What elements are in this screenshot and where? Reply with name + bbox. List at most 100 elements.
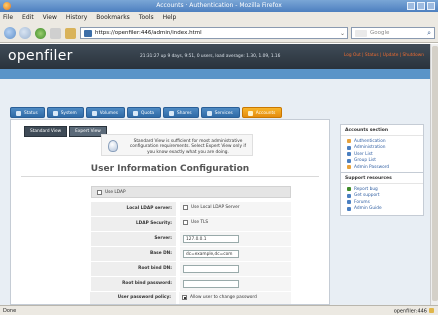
shares-icon [169, 110, 175, 116]
menu-history[interactable]: History [66, 14, 87, 21]
openfiler-header: openfiler 21:31:27 up 9 days, 9:51, 0 us… [0, 44, 430, 69]
user-icon [347, 152, 351, 157]
tab-label: Shares [177, 111, 192, 116]
reload-button[interactable] [35, 28, 46, 39]
openfiler-logo: openfiler [8, 48, 73, 64]
accounts-section-box: Accounts section Authentication Administ… [340, 124, 424, 175]
field-value: Use Local LDAP Server [180, 202, 291, 216]
field-value [180, 262, 291, 276]
window-titlebar: Accounts · Authentication - Mozilla Fire… [0, 0, 438, 12]
scrollbar-thumb[interactable] [432, 46, 438, 301]
field-label: Root bind password: [91, 277, 176, 291]
root-bind-password-input[interactable] [183, 280, 239, 288]
tls-checkbox[interactable] [183, 220, 188, 225]
use-ldap-checkbox[interactable] [97, 190, 102, 195]
tab-accounts[interactable]: Accounts [241, 107, 283, 118]
local-ldap-checkbox[interactable] [183, 205, 188, 210]
tab-status[interactable]: Status [10, 107, 45, 118]
uptime-status: 21:31:27 up 9 days, 9:51, 0 users, load … [140, 54, 281, 59]
form-row-root-bind-dn: Root bind DN: [91, 262, 291, 276]
key-icon [347, 139, 351, 144]
field-label: Root bind DN: [91, 262, 176, 276]
field-label: User password policy: [90, 292, 175, 304]
sidebar-item-admin-password[interactable]: Admin Password [347, 164, 419, 171]
menu-bookmarks[interactable]: Bookmarks [96, 14, 130, 21]
status-text: Done [3, 308, 17, 314]
sidebar-item-admin-guide[interactable]: Admin Guide [347, 206, 419, 213]
search-bar[interactable]: Google ⌕ [351, 27, 435, 39]
base-dn-input[interactable]: dc=example,dc=com [183, 250, 239, 258]
search-icon[interactable]: ⌕ [427, 29, 431, 38]
stop-button[interactable] [50, 28, 61, 39]
field-value: Use TLS [180, 217, 291, 231]
sidebar-item-label: Admin Guide [354, 206, 382, 212]
tab-services[interactable]: Services [200, 107, 240, 118]
back-button[interactable] [4, 27, 16, 39]
field-value: 127.0.0.1 [180, 232, 291, 246]
site-favicon-icon [84, 30, 92, 37]
form-row-root-bind-password: Root bind password: [91, 277, 291, 291]
window-title: Accounts · Authentication - Mozilla Fire… [156, 2, 282, 9]
quota-icon [132, 110, 138, 116]
tab-quota[interactable]: Quota [126, 107, 162, 118]
view-notice: Standard View is sufficient for most adm… [101, 134, 253, 156]
forum-icon [347, 200, 351, 205]
menu-help[interactable]: Help [163, 14, 177, 21]
book-icon [347, 206, 351, 211]
menu-file[interactable]: File [3, 14, 13, 21]
checkbox-label: Use Local LDAP Server [191, 205, 240, 210]
sidebar-item-label: Get support [354, 193, 380, 199]
tab-label: System [60, 111, 77, 116]
accounts-section-title: Accounts section [341, 125, 423, 136]
status-icon [16, 110, 21, 116]
tab-shares[interactable]: Shares [163, 107, 199, 118]
root-bind-dn-input[interactable] [183, 265, 239, 273]
menu-tools[interactable]: Tools [139, 14, 154, 21]
field-label: LDAP Security: [91, 217, 176, 231]
header-band [0, 69, 430, 79]
tab-label: Services [214, 111, 233, 116]
accounts-icon [247, 110, 253, 116]
server-input[interactable]: 127.0.0.1 [183, 235, 239, 243]
vertical-scrollbar[interactable] [430, 44, 438, 305]
standard-view-tab[interactable]: Standard View [24, 126, 68, 137]
menu-edit[interactable]: Edit [22, 14, 34, 21]
status-host-text: openfiler:446 [393, 308, 427, 315]
tab-system[interactable]: System [46, 107, 84, 118]
tab-volumes[interactable]: Volumes [85, 107, 125, 118]
close-button[interactable] [427, 2, 435, 10]
url-dropdown-icon[interactable]: ⌄ [340, 30, 345, 37]
sidebar-item-label: User List [354, 151, 373, 157]
sidebar-item-label: Forums [354, 199, 370, 205]
maximize-button[interactable] [417, 2, 425, 10]
form-row-server: Server: 127.0.0.1 [91, 232, 291, 246]
home-button[interactable] [65, 28, 76, 39]
url-bar[interactable]: https://openfiler:446/admin/index.html ⌄ [80, 27, 348, 39]
web-page: openfiler 21:31:27 up 9 days, 9:51, 0 us… [0, 44, 430, 305]
use-ldap-row: Use LDAP [91, 186, 291, 198]
support-icon [347, 193, 351, 198]
accounts-section-list: Authentication Administration User List … [341, 136, 423, 174]
sidebar-item-label: Authentication [354, 138, 386, 144]
lightbulb-icon [108, 140, 118, 152]
support-resources-box: Support resources Report bug Get support… [340, 172, 424, 216]
sidebar-item-label: Group List [354, 158, 376, 164]
header-links[interactable]: Log Out | Status | Update | Shutdown [344, 53, 424, 58]
support-resources-list: Report bug Get support Forums Admin Guid… [341, 184, 423, 215]
sidebar-item-label: Admin Password [354, 164, 390, 170]
field-value: dc=example,dc=com [180, 247, 291, 261]
volumes-icon [91, 110, 97, 116]
password-policy-checkbox[interactable] [182, 295, 187, 300]
divider [21, 176, 319, 177]
view-subtabs: Standard View Expert View [24, 126, 107, 137]
forward-button[interactable] [19, 27, 31, 39]
search-engine-icon[interactable] [355, 30, 367, 37]
bug-icon [347, 187, 351, 192]
notice-text: Standard View is sufficient for most adm… [129, 139, 247, 155]
window-controls [407, 2, 435, 10]
field-label: Server: [91, 232, 176, 246]
lock-icon [347, 165, 351, 170]
minimize-button[interactable] [407, 2, 415, 10]
status-host: openfiler:446 [394, 308, 434, 315]
menu-view[interactable]: View [43, 14, 57, 21]
